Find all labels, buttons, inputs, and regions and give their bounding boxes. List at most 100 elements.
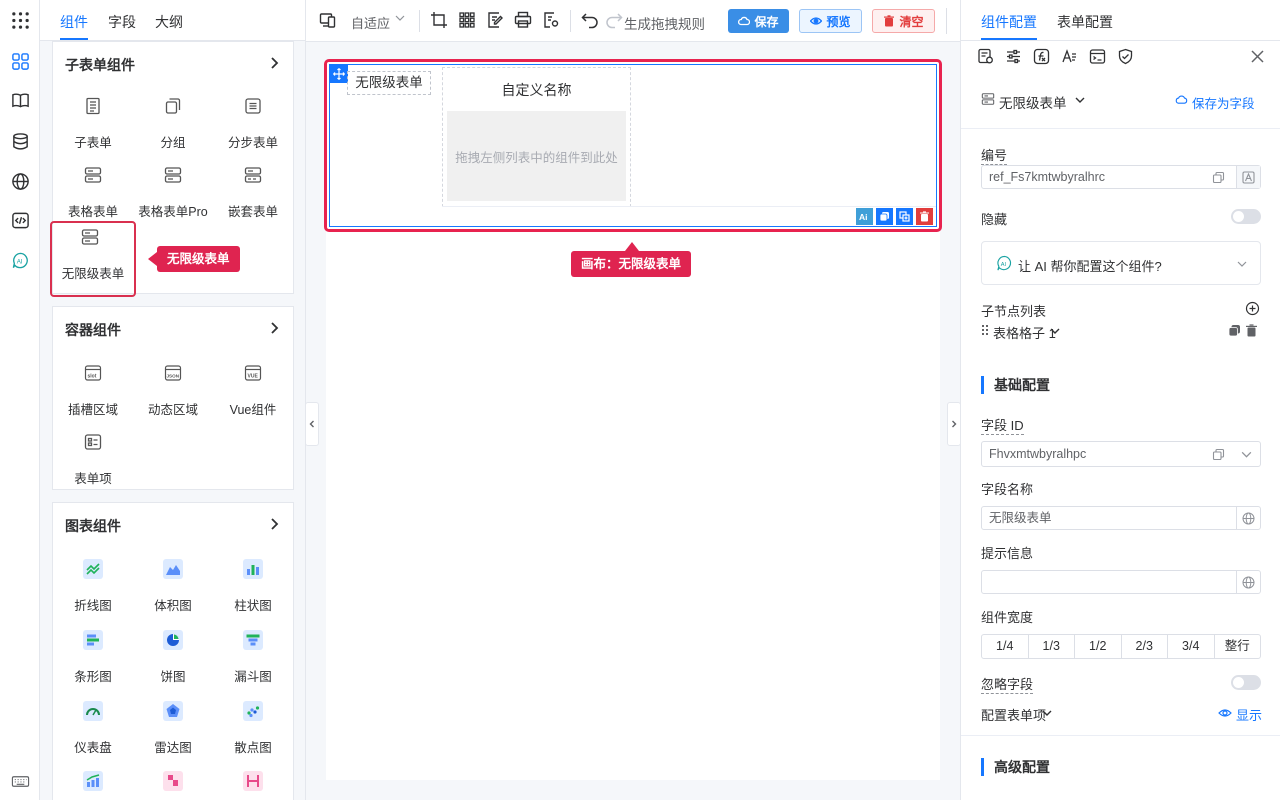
chevron-down-icon[interactable]	[394, 12, 406, 24]
component-area-chart[interactable]: 体积图	[133, 553, 213, 621]
save-button[interactable]: 保存	[728, 9, 789, 33]
copy-icon[interactable]	[1206, 166, 1230, 188]
adaptive-select[interactable]: 自适应	[351, 13, 390, 32]
device-icon[interactable]	[319, 11, 337, 29]
form-settings-icon[interactable]	[977, 48, 995, 66]
grid-icon[interactable]	[458, 11, 476, 29]
width-option[interactable]: 整行	[1215, 635, 1261, 658]
funnel-chart-icon	[243, 630, 263, 650]
ignore-field-switch[interactable]	[1231, 675, 1261, 690]
field-id-select[interactable]: Fhvxmtwbyralhpc	[981, 441, 1261, 467]
component-bar-chart[interactable]: 柱状图	[213, 553, 293, 621]
show-toggle[interactable]: 显示	[1236, 705, 1262, 724]
component-chart-extra-1[interactable]	[53, 765, 133, 800]
width-option[interactable]: 1/2	[1075, 635, 1122, 658]
save-as-field-button[interactable]: 保存为字段	[1192, 93, 1255, 112]
components-icon[interactable]	[9, 50, 31, 72]
component-dynamic-area[interactable]: JSON 动态区域	[133, 357, 213, 425]
globe-icon[interactable]	[1236, 507, 1260, 529]
chevron-right-icon[interactable]	[267, 321, 281, 335]
sliders-icon[interactable]	[1005, 48, 1023, 66]
redo-icon[interactable]	[605, 11, 623, 29]
ai-icon[interactable]: AI	[9, 249, 31, 271]
text-style-icon[interactable]	[1061, 48, 1079, 66]
component-nested-form[interactable]: 嵌套表单	[213, 159, 293, 227]
tab-components[interactable]: 组件	[60, 12, 88, 32]
code-icon[interactable]	[9, 209, 31, 231]
clear-button[interactable]: 清空	[872, 9, 935, 33]
chevron-down-icon[interactable]	[1234, 442, 1258, 466]
component-radar-chart[interactable]: 雷达图	[133, 695, 213, 763]
tab-outline[interactable]: 大纲	[155, 12, 183, 32]
bar-chart-icon	[243, 559, 263, 579]
ai-assist-box[interactable]: AI 让 AI 帮你配置这个组件?	[981, 241, 1261, 285]
cloud-upload-icon[interactable]	[1175, 93, 1188, 106]
globe-icon[interactable]	[9, 170, 31, 192]
undo-icon[interactable]	[581, 11, 599, 29]
component-table-form[interactable]: 表格表单	[53, 159, 133, 227]
print-icon[interactable]	[514, 11, 532, 29]
component-chart-extra-2[interactable]	[133, 765, 213, 800]
component-type-select[interactable]: 无限级表单	[999, 92, 1067, 112]
trash-icon[interactable]	[1245, 324, 1258, 337]
preview-button[interactable]: 预览	[799, 9, 862, 33]
component-vue[interactable]: VUE Vue组件	[213, 357, 293, 425]
chevron-down-icon[interactable]	[1236, 258, 1248, 270]
book-icon[interactable]	[9, 89, 31, 111]
component-chart-extra-3[interactable]	[213, 765, 293, 800]
form-item-config[interactable]: 配置表单项	[981, 705, 1046, 724]
close-icon[interactable]	[1249, 48, 1267, 66]
component-infinite-form[interactable]: 无限级表单	[50, 221, 136, 297]
component-strip-chart[interactable]: 条形图	[53, 624, 133, 692]
shield-icon[interactable]	[1117, 48, 1135, 66]
component-gauge[interactable]: 仪表盘	[53, 695, 133, 763]
chevron-right-icon[interactable]	[267, 517, 281, 531]
eye-icon[interactable]	[1218, 706, 1232, 720]
tab-form-config[interactable]: 表单配置	[1057, 12, 1113, 32]
component-pie-chart[interactable]: 饼图	[133, 624, 213, 692]
hidden-switch[interactable]	[1231, 209, 1261, 224]
component-scatter-chart[interactable]: 散点图	[213, 695, 293, 763]
component-slot-area[interactable]: slot 插槽区域	[53, 357, 133, 425]
chevron-down-icon[interactable]	[1041, 707, 1053, 719]
child-item[interactable]: 表格格子 1	[993, 323, 1056, 342]
settings-doc-icon[interactable]	[542, 11, 560, 29]
component-form-item[interactable]: 表单项	[53, 426, 133, 494]
crop-icon[interactable]	[430, 11, 448, 29]
width-option[interactable]: 1/3	[1029, 635, 1075, 658]
add-circle-icon[interactable]	[1245, 301, 1260, 316]
component-table-form-pro[interactable]: 表格表单Pro	[133, 159, 213, 227]
code-window-icon[interactable]	[1089, 48, 1107, 66]
component-funnel-chart[interactable]: 漏斗图	[213, 624, 293, 692]
component-line-chart[interactable]: 折线图	[53, 553, 133, 621]
generate-rule-button[interactable]: 生成拖拽规则	[624, 13, 705, 33]
component-panel: 组件 字段 大纲 子表单组件 子表单 分组 分步表单 表格表单 表格表单Pro	[40, 0, 306, 800]
keyboard-icon[interactable]	[9, 770, 31, 792]
chevron-down-icon[interactable]	[1049, 325, 1061, 337]
width-label: 组件宽度	[981, 610, 1034, 625]
drag-handle-icon[interactable]	[981, 324, 989, 336]
component-subform[interactable]: 子表单	[53, 90, 133, 158]
chevron-right-icon[interactable]	[267, 56, 281, 70]
edit-doc-icon[interactable]	[486, 11, 504, 29]
component-step-form[interactable]: 分步表单	[213, 90, 293, 158]
copy-icon[interactable]	[1228, 324, 1241, 337]
apps-grid-icon[interactable]	[9, 9, 31, 31]
component-group[interactable]: 分组	[133, 90, 213, 158]
collapse-left-icon[interactable]	[305, 402, 319, 446]
function-icon[interactable]	[1033, 48, 1051, 66]
width-option[interactable]: 2/3	[1122, 635, 1168, 658]
width-option[interactable]: 3/4	[1168, 635, 1215, 658]
collapse-right-icon[interactable]	[947, 402, 961, 446]
tab-component-config[interactable]: 组件配置	[981, 12, 1037, 32]
number-field[interactable]: ref_Fs7kmtwbyralhrc	[981, 165, 1261, 189]
copy-icon[interactable]	[1206, 442, 1230, 466]
text-a-icon[interactable]	[1236, 166, 1260, 188]
globe-icon[interactable]	[1236, 571, 1260, 593]
field-name-input[interactable]: 无限级表单	[981, 506, 1261, 530]
width-option[interactable]: 1/4	[982, 635, 1029, 658]
tab-fields[interactable]: 字段	[108, 12, 136, 32]
chevron-down-icon[interactable]	[1074, 94, 1086, 106]
hint-input[interactable]	[981, 570, 1261, 594]
database-icon[interactable]	[9, 130, 31, 152]
